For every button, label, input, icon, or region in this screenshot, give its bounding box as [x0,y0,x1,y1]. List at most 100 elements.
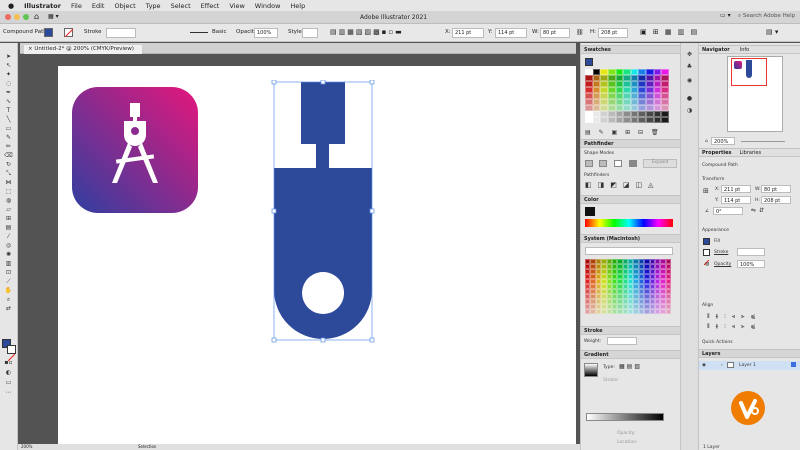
rectangle-tool-icon[interactable]: ▭ [4,125,13,132]
rotate-angle-field[interactable]: 0° [713,207,743,215]
gradient-slider[interactable] [586,413,664,421]
more-tools-icon[interactable]: ⋯ [4,389,13,396]
swatch-cell[interactable] [665,309,671,314]
screen-mode-icon[interactable]: ▭ [4,379,13,386]
prop-h-field[interactable]: 208 pt [761,196,791,204]
eraser-icon[interactable]: ⌫ [4,152,13,159]
tab-info[interactable]: Info [740,47,749,53]
menu-type[interactable]: Type [146,2,161,10]
menu-window[interactable]: Window [255,2,281,10]
pathfinder-header[interactable]: Pathfinder [581,139,680,148]
paintbrush-icon[interactable]: ✎ [4,134,13,141]
navigator-view-box[interactable] [731,58,767,86]
minus-front-button[interactable] [599,160,607,167]
link-icon[interactable]: ⛓ [576,29,584,36]
swatch-cell[interactable] [615,117,624,123]
selection-tool-icon[interactable]: ➤ [4,53,13,60]
home-icon[interactable]: ⌂ [34,12,39,21]
exclude-button[interactable] [629,160,637,167]
eye-icon[interactable]: ◉ [702,363,706,368]
search-help-field[interactable]: ⌕ Search Adobe Help [738,13,795,20]
rotate-icon[interactable]: ↻ [4,161,13,168]
swatch-cell[interactable] [600,117,608,123]
x-field[interactable]: 211 pt [452,28,484,38]
width-tool-icon[interactable]: ⋈ [4,179,13,186]
scale-icon[interactable]: ⤡ [4,170,13,177]
swatch-fill-box[interactable] [585,58,593,66]
menu-object[interactable]: Object [114,2,135,10]
menu-help[interactable]: Help [290,2,305,10]
curvature-icon[interactable]: ∿ [4,98,13,105]
appearance-stroke-field[interactable] [737,248,765,256]
blend-icon[interactable]: ◎ [4,242,13,249]
shape-builder-icon[interactable]: ◍ [4,197,13,204]
align-icons[interactable]: ▤▥▦▧▨▩▪▫▬ [330,28,404,36]
tab-libraries[interactable]: Libraries [739,150,761,156]
workspace-switcher[interactable]: ▭ ▾ [720,12,740,22]
color-fill-box[interactable] [585,207,595,216]
prop-x-field[interactable]: 211 pt [721,185,751,193]
graph-tool-icon[interactable]: ▥ [4,260,13,267]
w-field[interactable]: 80 pt [540,28,570,38]
transform-icons[interactable]: ▣ ⊞ ▦ ▥ ▤ [640,28,699,36]
tab-navigator[interactable]: Navigator [702,47,730,53]
menu-effect[interactable]: Effect [201,2,220,10]
swatches-grid[interactable] [585,69,669,123]
prop-y-field[interactable]: 114 pt [721,196,751,204]
library-search[interactable] [585,247,673,255]
mesh-icon[interactable]: ⊞ [4,215,13,222]
swatch-cell[interactable] [653,117,662,123]
hand-tool-icon[interactable]: ✋ [4,287,13,294]
zoom-tool-icon[interactable]: ⌕ [4,296,13,303]
system-swatches-grid[interactable] [585,259,671,314]
pen-tool-icon[interactable]: ✒ [4,89,13,96]
transparency-icon[interactable]: ◑ [685,107,694,114]
gradient-type-buttons[interactable]: ▦▤▧ [619,363,642,370]
expand-arrow-icon[interactable]: › [721,363,723,368]
layers-header[interactable]: Layers [699,349,800,358]
menu-edit[interactable]: Edit [92,2,105,10]
magic-wand-icon[interactable]: ✦ [4,71,13,78]
direct-selection-icon[interactable]: ↖ [4,62,13,69]
line-tool-icon[interactable]: ╲ [4,116,13,123]
draw-mode-icon[interactable]: ◐ [4,369,13,376]
close-button[interactable] [5,14,11,20]
swatch-cell[interactable] [630,117,639,123]
appearance-icon[interactable]: ● [685,95,694,102]
tab-properties[interactable]: Properties [702,150,731,156]
apple-icon[interactable]: ● [8,2,14,10]
appearance-stroke-swatch[interactable] [703,249,710,266]
y-field[interactable]: 114 pt [495,28,527,38]
reference-point-icon[interactable]: ⊞ [703,187,709,195]
expand-button[interactable]: Expand [643,159,677,168]
brush-label[interactable]: Basic [212,29,227,35]
opacity-field[interactable]: 100% [254,28,278,38]
align-buttons-row1[interactable]: ⫴⫵⫶⫷⫸⫹ [707,313,762,321]
pathfinder-buttons[interactable]: ◧◨◩◪◫◬ [585,181,659,189]
pencil-icon[interactable]: ✏ [4,143,13,150]
slice-icon[interactable]: ⟋ [4,278,13,285]
intersect-button[interactable] [614,160,622,167]
lasso-icon[interactable]: ◌ [4,80,13,87]
minimize-button[interactable] [14,14,20,20]
navigator-preview[interactable] [727,56,783,132]
stroke-link[interactable]: Stroke [714,250,728,255]
gradient-tool-icon[interactable]: ▤ [4,224,13,231]
opacity-link[interactable]: Opacity [714,262,731,267]
swatch-cell[interactable] [638,117,647,123]
unite-button[interactable] [585,160,593,167]
gradient-preview[interactable] [584,363,598,377]
stroke-swatch[interactable] [64,28,74,38]
eyedropper-icon[interactable]: ⁄ [4,233,13,240]
fill-swatch[interactable] [44,28,53,37]
stroke-weight-input[interactable] [607,337,637,345]
status-zoom[interactable]: 200% [21,444,32,449]
arrange-icon[interactable]: ▤ ▾ [766,28,778,36]
menu-file[interactable]: File [71,2,82,10]
compound-path-selection[interactable] [270,80,376,346]
swatches-header[interactable]: Swatches [581,45,680,54]
symbol-sprayer-icon[interactable]: ✺ [4,251,13,258]
stroke-weight-field[interactable] [106,28,136,38]
stroke-color-box[interactable] [7,345,16,362]
workspace-icon[interactable]: ▦ ▾ [48,13,59,20]
